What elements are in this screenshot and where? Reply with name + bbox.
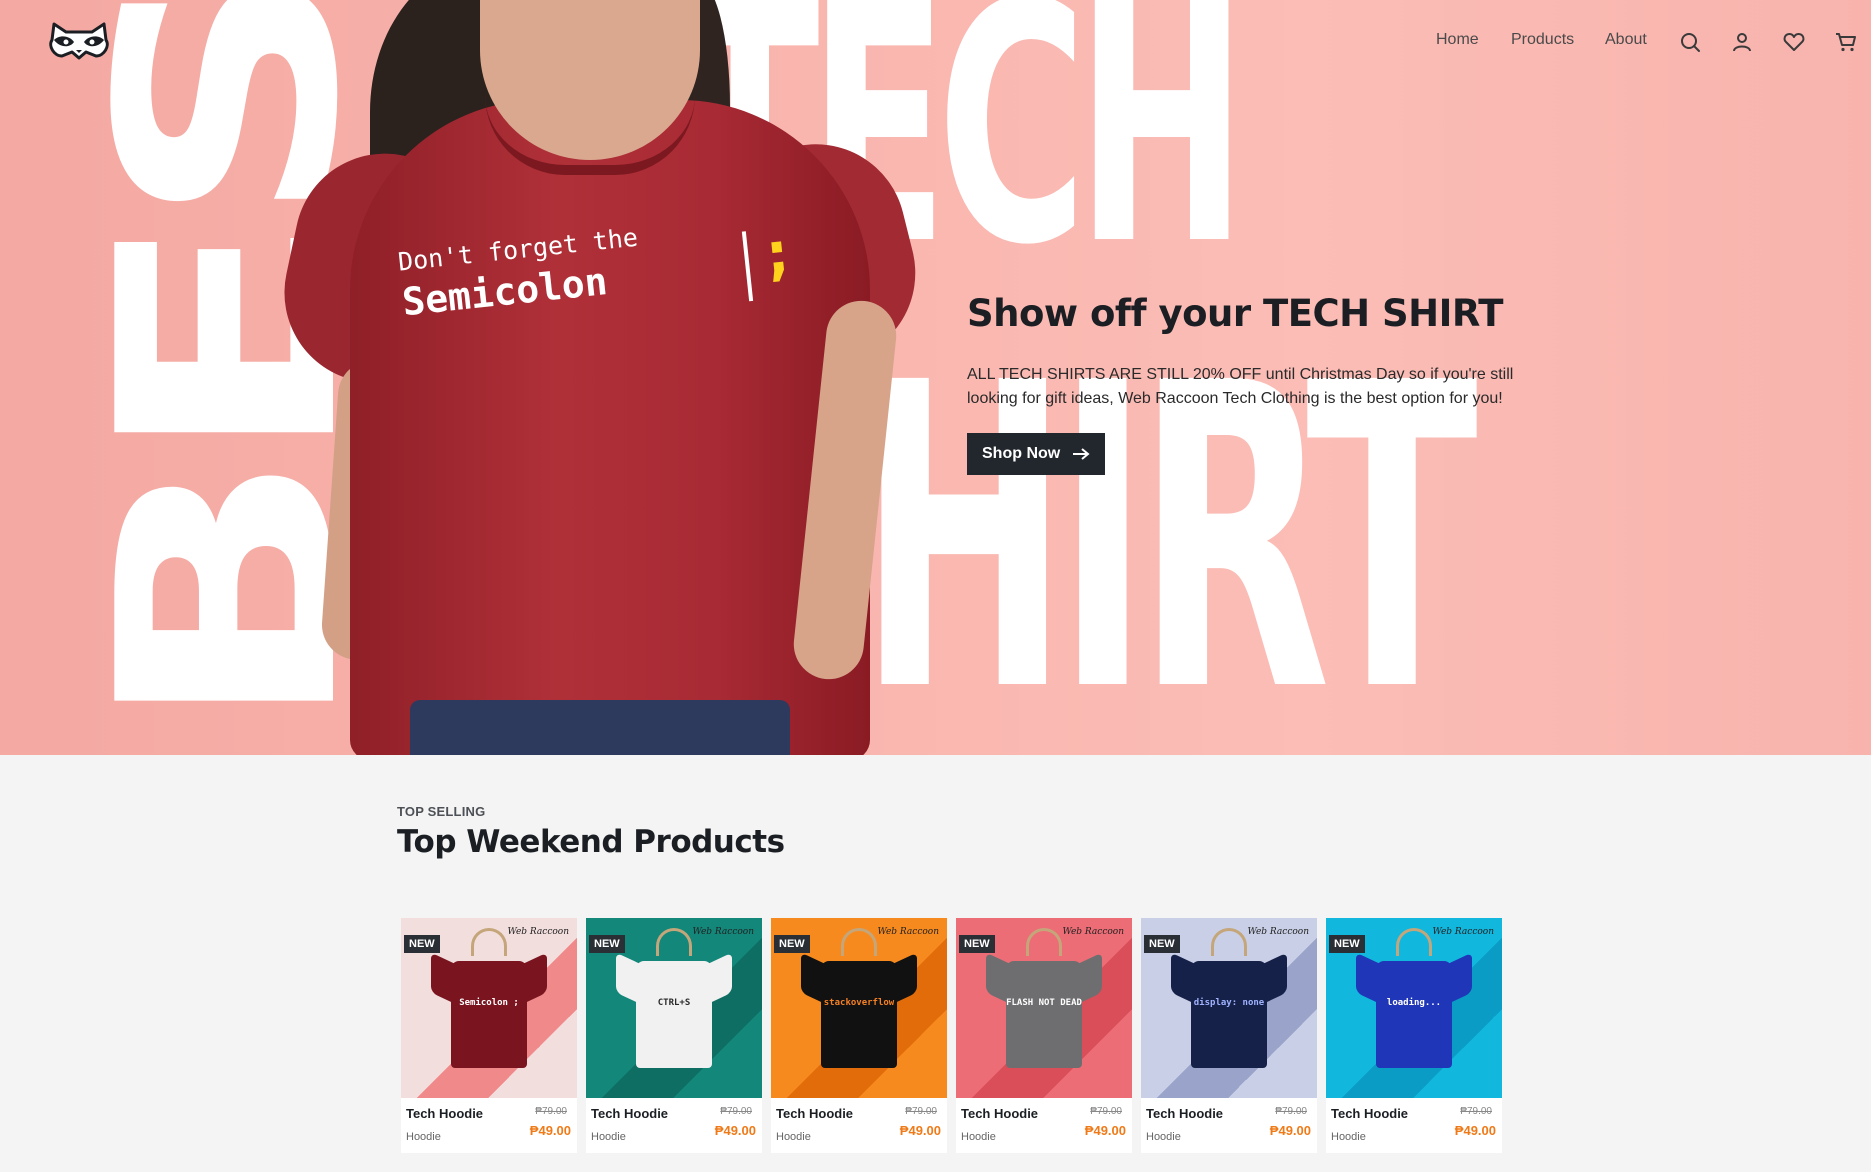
- new-badge: NEW: [404, 935, 440, 953]
- hanger-icon: [656, 928, 692, 956]
- product-category: Hoodie: [1146, 1131, 1181, 1143]
- hanger-icon: [1396, 928, 1432, 956]
- raccoon-logo-icon: [49, 22, 109, 60]
- brand-label: Web Raccoon: [877, 927, 939, 937]
- tshirt-print: stackoverflow: [823, 998, 895, 1008]
- product-price: ₱49.00: [714, 1123, 756, 1138]
- product-image[interactable]: NEW Web Raccoon CTRL+S: [586, 918, 762, 1098]
- product-old-price: ₱79.00: [535, 1106, 567, 1117]
- product-old-price: ₱79.00: [720, 1106, 752, 1117]
- product-image[interactable]: NEW Web Raccoon display: none: [1141, 918, 1317, 1098]
- tshirt-icon: display: none: [1171, 952, 1287, 1068]
- tshirt-print: CTRL+S: [657, 998, 691, 1008]
- product-name[interactable]: Tech Hoodie: [961, 1106, 1038, 1121]
- brand-label: Web Raccoon: [1432, 927, 1494, 937]
- cart-icon[interactable]: [1834, 30, 1858, 54]
- hanger-icon: [1211, 928, 1247, 956]
- new-badge: NEW: [1144, 935, 1180, 953]
- hero-model-image: Don't forget the Semicolon ;: [267, 0, 935, 755]
- product-name[interactable]: Tech Hoodie: [591, 1106, 668, 1121]
- tshirt-icon: FLASH NOT DEAD: [986, 952, 1102, 1068]
- product-card[interactable]: NEW Web Raccoon loading... Tech Hoodie H…: [1326, 918, 1502, 1153]
- hero-copy: Show off your TECH SHIRT ALL TECH SHIRTS…: [967, 292, 1527, 475]
- heart-icon[interactable]: [1782, 30, 1806, 54]
- brand-label: Web Raccoon: [507, 927, 569, 937]
- product-price: ₱49.00: [1269, 1123, 1311, 1138]
- tshirt-print: display: none: [1193, 998, 1265, 1008]
- nav-home[interactable]: Home: [1436, 31, 1479, 49]
- tshirt-icon: stackoverflow: [801, 952, 917, 1068]
- new-badge: NEW: [1329, 935, 1365, 953]
- product-grid: NEW Web Raccoon Semicolon ; Tech Hoodie …: [401, 918, 1502, 1153]
- product-card[interactable]: NEW Web Raccoon Semicolon ; Tech Hoodie …: [401, 918, 577, 1153]
- product-price: ₱49.00: [1454, 1123, 1496, 1138]
- product-image[interactable]: NEW Web Raccoon FLASH NOT DEAD: [956, 918, 1132, 1098]
- product-card[interactable]: NEW Web Raccoon CTRL+S Tech Hoodie Hoodi…: [586, 918, 762, 1153]
- product-category: Hoodie: [776, 1131, 811, 1143]
- product-image[interactable]: NEW Web Raccoon Semicolon ;: [401, 918, 577, 1098]
- new-badge: NEW: [959, 935, 995, 953]
- product-price: ₱49.00: [529, 1123, 571, 1138]
- brand-label: Web Raccoon: [1062, 927, 1124, 937]
- product-price: ₱49.00: [899, 1123, 941, 1138]
- tshirt-print: FLASH NOT DEAD: [1006, 998, 1082, 1008]
- tshirt-icon: CTRL+S: [616, 952, 732, 1068]
- product-old-price: ₱79.00: [1275, 1106, 1307, 1117]
- hanger-icon: [841, 928, 877, 956]
- nav-products[interactable]: Products: [1511, 31, 1574, 49]
- product-old-price: ₱79.00: [1090, 1106, 1122, 1117]
- shop-now-label: Shop Now: [982, 445, 1061, 462]
- nav-about[interactable]: About: [1605, 31, 1647, 49]
- product-card[interactable]: NEW Web Raccoon stackoverflow Tech Hoodi…: [771, 918, 947, 1153]
- hero-title: Show off your TECH SHIRT: [967, 292, 1503, 335]
- tshirt-print: loading...: [1386, 998, 1442, 1008]
- product-name[interactable]: Tech Hoodie: [406, 1106, 483, 1121]
- product-old-price: ₱79.00: [1460, 1106, 1492, 1117]
- hero-description: ALL TECH SHIRTS ARE STILL 20% OFF until …: [967, 366, 1514, 407]
- product-category: Hoodie: [1331, 1131, 1366, 1143]
- raccoon-logo[interactable]: [46, 20, 112, 62]
- section-title: Top Weekend Products: [397, 824, 785, 860]
- product-category: Hoodie: [591, 1131, 626, 1143]
- hero-banner: BEST TECH SHIRT Don't forget the Semicol…: [0, 0, 1871, 755]
- product-name[interactable]: Tech Hoodie: [776, 1106, 853, 1121]
- product-card[interactable]: NEW Web Raccoon display: none Tech Hoodi…: [1141, 918, 1317, 1153]
- product-name[interactable]: Tech Hoodie: [1331, 1106, 1408, 1121]
- product-category: Hoodie: [406, 1131, 441, 1143]
- product-name[interactable]: Tech Hoodie: [1146, 1106, 1223, 1121]
- brand-label: Web Raccoon: [1247, 927, 1309, 937]
- product-image[interactable]: NEW Web Raccoon loading...: [1326, 918, 1502, 1098]
- product-old-price: ₱79.00: [905, 1106, 937, 1117]
- product-price: ₱49.00: [1084, 1123, 1126, 1138]
- shop-now-button[interactable]: Shop Now: [967, 433, 1106, 475]
- new-badge: NEW: [589, 935, 625, 953]
- product-image[interactable]: NEW Web Raccoon stackoverflow: [771, 918, 947, 1098]
- product-card[interactable]: NEW Web Raccoon FLASH NOT DEAD Tech Hood…: [956, 918, 1132, 1153]
- brand-label: Web Raccoon: [692, 927, 754, 937]
- search-icon[interactable]: [1678, 30, 1702, 54]
- hanger-icon: [1026, 928, 1062, 956]
- section-label: TOP SELLING: [397, 804, 486, 819]
- new-badge: NEW: [774, 935, 810, 953]
- tshirt-icon: loading...: [1356, 952, 1472, 1068]
- product-category: Hoodie: [961, 1131, 996, 1143]
- tshirt-icon: Semicolon ;: [431, 952, 547, 1068]
- user-icon[interactable]: [1730, 30, 1754, 54]
- tshirt-print: Semicolon ;: [459, 998, 519, 1008]
- arrow-right-icon: [1073, 448, 1090, 460]
- hanger-icon: [471, 928, 507, 956]
- hero-background-type: BEST TECH SHIRT: [0, 0, 1871, 755]
